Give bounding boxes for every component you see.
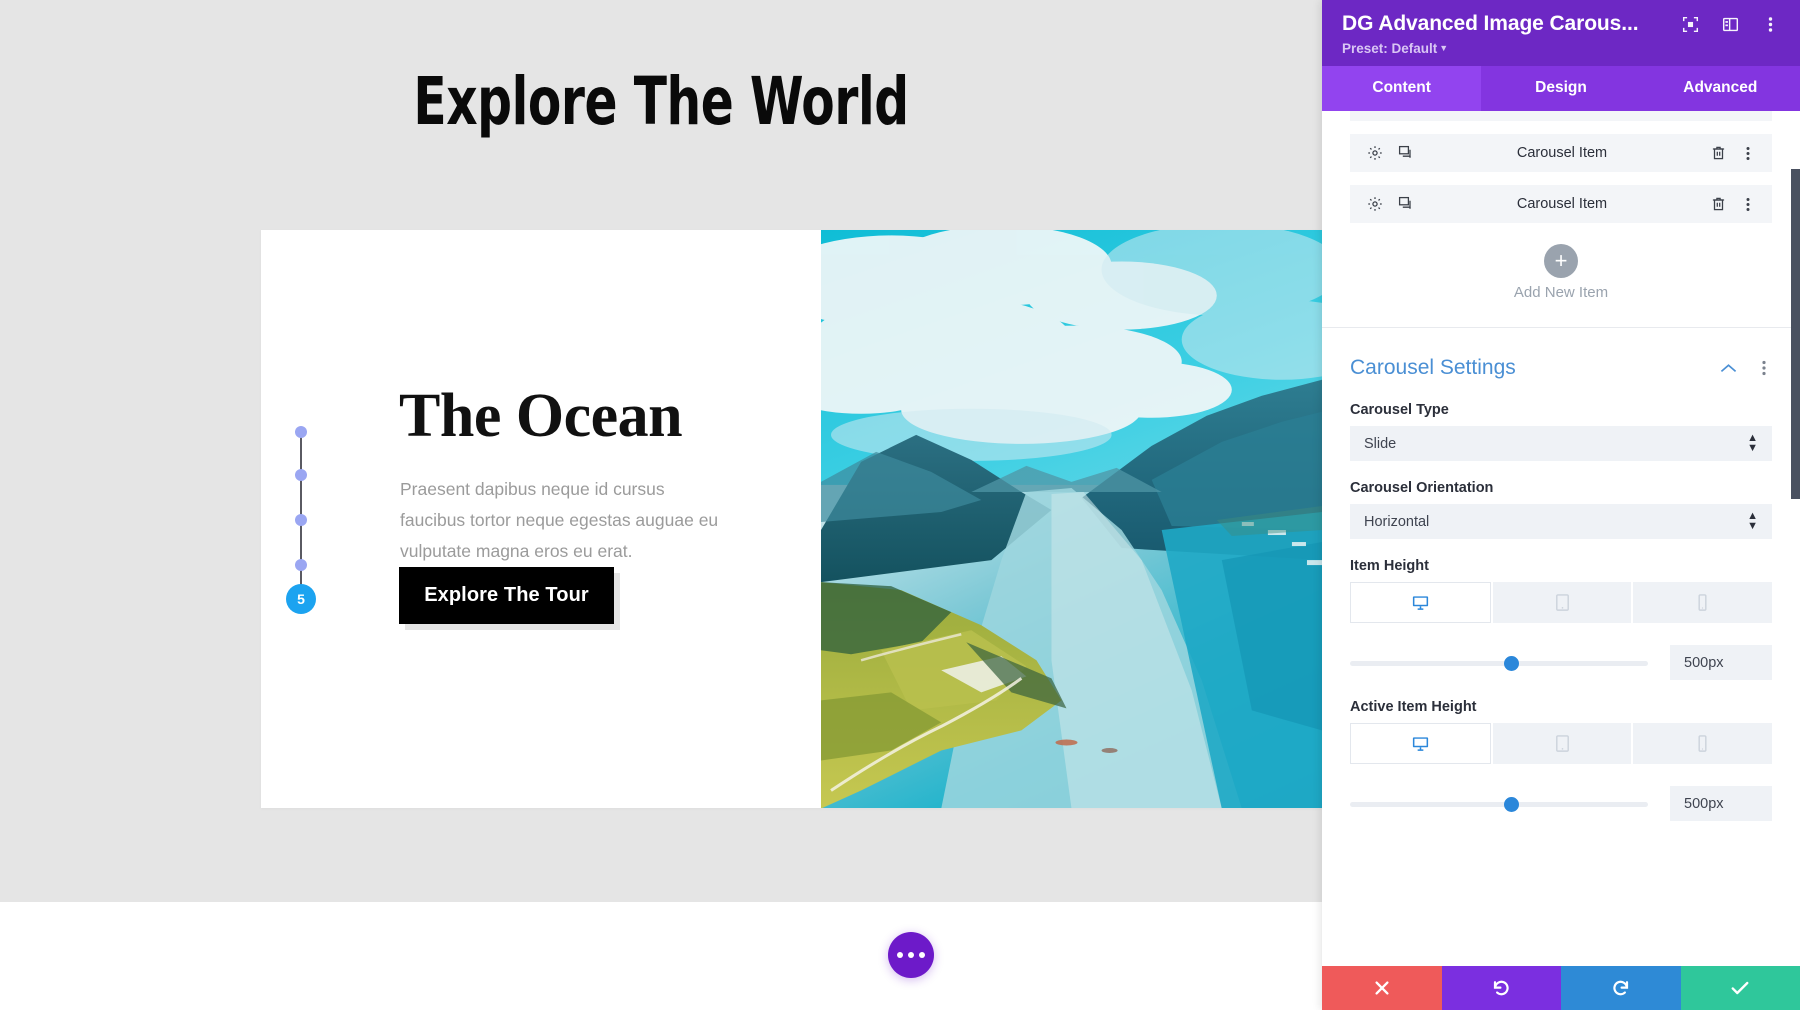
item-height-device-tabs [1350, 582, 1773, 623]
duplicate-icon[interactable] [1397, 145, 1414, 162]
step-rail: 5 [286, 426, 332, 626]
item-height-input[interactable]: 500px [1670, 645, 1772, 680]
save-button[interactable] [1680, 966, 1800, 1010]
carousel-settings-group: Carousel Settings Carousel Type Slide ▲ … [1322, 328, 1800, 821]
active-item-height-device-tabs [1350, 723, 1773, 764]
field-active-item-height: Active Item Height 500px [1350, 699, 1773, 821]
undo-button[interactable] [1441, 966, 1561, 1010]
slide-heading: The Ocean [399, 382, 683, 450]
field-label: Carousel Type [1350, 402, 1449, 418]
preset-label: Preset: Default [1342, 41, 1438, 56]
cancel-button[interactable] [1322, 966, 1442, 1010]
module-settings-panel: DG Advanced Image Carous... Preset: Defa… [1322, 0, 1800, 1010]
focus-icon[interactable] [1680, 14, 1700, 34]
carousel-orientation-select[interactable]: Horizontal ▲ ▼ [1350, 504, 1772, 539]
item-height-slider[interactable] [1350, 652, 1670, 674]
rail-dot[interactable] [295, 559, 307, 571]
page-preview-canvas: Explore The World The Ocean Praesent dap… [0, 0, 1322, 1010]
kebab-menu-icon[interactable] [1739, 145, 1756, 162]
rail-dot[interactable] [295, 426, 307, 438]
desktop-icon[interactable] [1350, 582, 1491, 623]
active-item-height-slider[interactable] [1350, 793, 1670, 815]
duplicate-icon[interactable] [1397, 196, 1414, 213]
rail-dot[interactable] [295, 469, 307, 481]
redo-button[interactable] [1561, 966, 1681, 1010]
field-label: Carousel Orientation [1350, 480, 1494, 496]
list-item-label: Carousel Item [1516, 196, 1608, 212]
list-item-label: Carousel Item [1516, 145, 1608, 161]
panel-scroll-area: Carousel Item Carousel Item + Add New It… [1322, 111, 1800, 966]
panel-scrollbar[interactable] [1791, 111, 1800, 966]
preset-selector[interactable]: Preset: Default ▼ [1342, 41, 1780, 56]
panel-layout-icon[interactable] [1720, 14, 1740, 34]
kebab-menu-icon[interactable] [1760, 14, 1780, 34]
active-item-height-input[interactable]: 500px [1670, 786, 1772, 821]
tab-content[interactable]: Content [1322, 66, 1482, 111]
kebab-menu-icon[interactable] [1755, 360, 1772, 377]
list-item[interactable]: Carousel Item [1350, 134, 1772, 172]
field-item-height: Item Height 500px [1350, 558, 1773, 680]
list-item[interactable]: Carousel Item [1350, 185, 1772, 223]
slider-track [1350, 801, 1648, 807]
dot-icon [897, 952, 903, 958]
tablet-icon[interactable] [1492, 723, 1632, 764]
page-title: Explore The World [413, 63, 909, 140]
dot-icon [919, 952, 925, 958]
builder-screen: Explore The World The Ocean Praesent dap… [0, 0, 1800, 1010]
gear-icon[interactable] [1366, 145, 1383, 162]
dot-icon [908, 952, 914, 958]
select-spinner-icon: ▲ ▼ [1747, 510, 1758, 532]
panel-action-bar [1322, 966, 1800, 1010]
panel-body: Carousel Item Carousel Item + Add New It… [1322, 111, 1800, 966]
desktop-icon[interactable] [1350, 723, 1491, 764]
list-item-partial[interactable] [1350, 111, 1772, 121]
rail-dot[interactable] [295, 514, 307, 526]
panel-tabs: Content Design Advanced [1322, 66, 1800, 111]
add-new-item-area[interactable]: + Add New Item [1322, 236, 1800, 327]
chevron-up-icon[interactable] [1720, 360, 1737, 377]
field-label: Active Item Height [1350, 699, 1477, 715]
field-label: Item Height [1350, 558, 1429, 574]
kebab-menu-icon[interactable] [1739, 196, 1756, 213]
item-height-slider-row: 500px [1350, 645, 1772, 680]
explore-the-tour-button[interactable]: Explore The Tour [399, 567, 614, 624]
rail-step-badge[interactable]: 5 [286, 584, 316, 614]
tablet-icon[interactable] [1492, 582, 1632, 623]
carousel-active-slide[interactable]: The Ocean Praesent dapibus neque id curs… [261, 230, 1322, 808]
tab-advanced[interactable]: Advanced [1641, 66, 1800, 111]
slide-text-column: The Ocean Praesent dapibus neque id curs… [261, 230, 821, 808]
field-carousel-orientation: Carousel Orientation Horizontal ▲ ▼ [1350, 480, 1772, 539]
carousel-type-select[interactable]: Slide ▲ ▼ [1350, 426, 1772, 461]
carousel-items-list: Carousel Item Carousel Item [1322, 111, 1800, 223]
chevron-down-icon: ▼ [1439, 43, 1449, 53]
scrollbar-thumb[interactable] [1791, 169, 1800, 499]
slide-body-text: Praesent dapibus neque id cursus faucibu… [400, 479, 719, 562]
slider-thumb[interactable] [1503, 796, 1519, 812]
slider-track [1350, 660, 1648, 666]
slider-thumb[interactable] [1503, 655, 1519, 671]
panel-title: DG Advanced Image Carous... [1342, 12, 1639, 35]
mobile-icon[interactable] [1633, 582, 1773, 623]
add-new-item-label[interactable]: Add New Item [1322, 284, 1800, 301]
plus-icon[interactable]: + [1544, 244, 1578, 278]
page-settings-ellipsis-button[interactable] [888, 932, 934, 978]
panel-header: DG Advanced Image Carous... Preset: Defa… [1322, 0, 1800, 66]
tab-design[interactable]: Design [1481, 66, 1640, 111]
select-value: Slide [1364, 435, 1397, 452]
select-value: Horizontal [1364, 513, 1430, 530]
group-title[interactable]: Carousel Settings [1350, 356, 1720, 380]
trash-icon[interactable] [1710, 145, 1727, 162]
trash-icon[interactable] [1710, 196, 1727, 213]
select-spinner-icon: ▲ ▼ [1747, 432, 1758, 454]
field-carousel-type: Carousel Type Slide ▲ ▼ [1350, 402, 1772, 461]
slide-image [821, 230, 1322, 808]
gear-icon[interactable] [1366, 196, 1383, 213]
mobile-icon[interactable] [1633, 723, 1773, 764]
active-item-height-slider-row: 500px [1350, 786, 1772, 821]
